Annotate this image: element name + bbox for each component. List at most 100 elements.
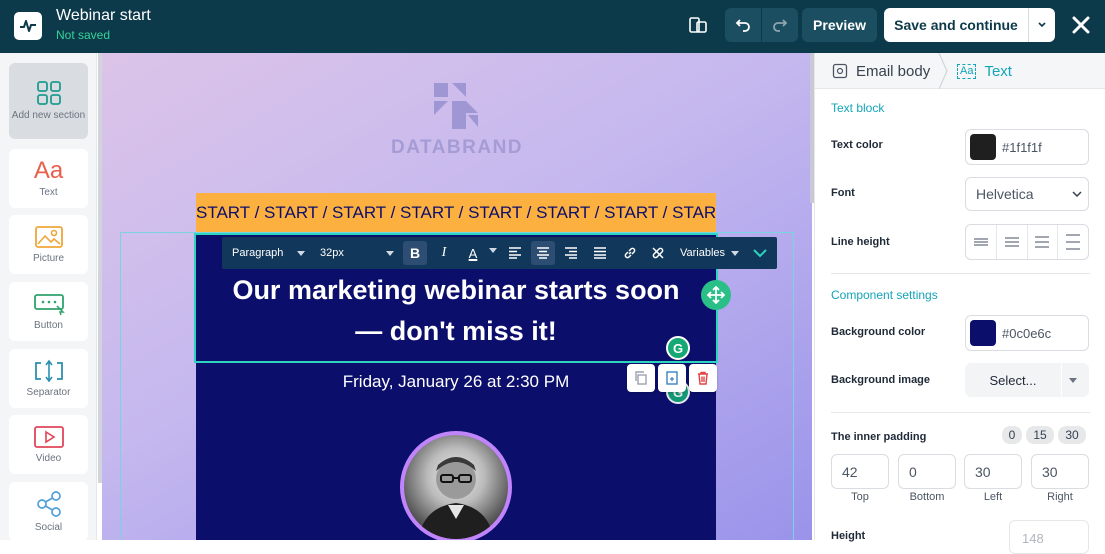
button-tool[interactable]: Button bbox=[9, 282, 88, 341]
align-left-icon[interactable] bbox=[503, 241, 527, 265]
variables-select[interactable]: Variables bbox=[680, 237, 740, 269]
padding-right-label: Right bbox=[1047, 491, 1073, 503]
top-bar: Webinar start Not saved Preview Save and… bbox=[0, 0, 1105, 53]
ticker-banner[interactable]: START / START / START / START / START / … bbox=[196, 193, 716, 233]
bold-button[interactable]: B bbox=[403, 241, 427, 265]
chevron-down-icon bbox=[731, 250, 740, 256]
background-color-value: #0c0e6c bbox=[1002, 325, 1052, 341]
copy-block-icon[interactable] bbox=[627, 364, 655, 392]
align-center-icon[interactable] bbox=[531, 241, 555, 265]
chevron-down-icon bbox=[1069, 377, 1077, 383]
padding-bottom-input[interactable]: 0 bbox=[898, 454, 956, 489]
undo-icon[interactable] bbox=[725, 8, 761, 42]
email-canvas[interactable]: DATABRAND START / START / START / START … bbox=[102, 53, 812, 540]
chevron-down-icon bbox=[1072, 191, 1082, 197]
social-tool[interactable]: Social bbox=[9, 482, 88, 541]
settings-panel: Email body Aa Text Text block Text color… bbox=[814, 53, 1105, 554]
tool-label: Video bbox=[35, 452, 62, 464]
save-dropdown-chevron-icon[interactable] bbox=[1028, 8, 1055, 42]
padding-preset-30[interactable]: 30 bbox=[1058, 426, 1086, 444]
heading-line-1: Our marketing webinar starts soon bbox=[232, 275, 680, 305]
separator-tool[interactable]: Separator bbox=[9, 349, 88, 408]
tool-label: Picture bbox=[32, 252, 65, 264]
heading-line-2: — don't miss it! bbox=[355, 316, 557, 346]
mobile-desktop-toggle-icon[interactable] bbox=[680, 8, 716, 42]
save-status: Not saved bbox=[56, 28, 111, 42]
text-aa-icon: Aa bbox=[33, 156, 64, 184]
italic-button[interactable]: I bbox=[432, 241, 456, 265]
height-input[interactable]: 148 bbox=[1009, 520, 1089, 554]
variables-label: Variables bbox=[680, 247, 726, 259]
text-tool[interactable]: Aa Text bbox=[9, 149, 88, 208]
save-and-continue-button[interactable]: Save and continue bbox=[884, 8, 1028, 42]
text-color-button[interactable]: A bbox=[461, 241, 485, 265]
padding-top-label: Top bbox=[851, 491, 869, 503]
line-height-loose-icon[interactable] bbox=[1058, 225, 1088, 259]
component-settings-title: Component settings bbox=[831, 288, 938, 302]
breadcrumb-text[interactable]: Aa Text bbox=[957, 53, 1012, 89]
text-color-input[interactable]: #1f1f1f bbox=[965, 129, 1089, 165]
move-handle-icon[interactable] bbox=[701, 280, 731, 310]
separator-icon bbox=[34, 359, 63, 382]
picture-tool[interactable]: Picture bbox=[9, 215, 88, 274]
link-icon[interactable] bbox=[618, 241, 642, 265]
background-color-label: Background color bbox=[831, 326, 926, 338]
tool-label: Separator bbox=[26, 386, 71, 398]
divider bbox=[831, 273, 1090, 274]
chevron-down-icon bbox=[385, 250, 394, 256]
grammarly-icon[interactable]: G bbox=[666, 336, 690, 360]
inner-padding-label: The inner padding bbox=[831, 431, 927, 443]
redo-icon[interactable] bbox=[762, 8, 798, 42]
font-size-label: 32px bbox=[320, 247, 344, 259]
add-section-tool[interactable]: Add new section bbox=[9, 63, 88, 139]
background-color-input[interactable]: #0c0e6c bbox=[965, 315, 1089, 351]
paragraph-style-select[interactable]: Paragraph bbox=[232, 237, 306, 269]
padding-left-label: Left bbox=[983, 491, 1003, 503]
line-height-normal-icon[interactable] bbox=[997, 225, 1028, 259]
text-color-value: #1f1f1f bbox=[1002, 139, 1042, 155]
font-select[interactable]: Helvetica bbox=[965, 177, 1089, 211]
brand-name: DATABRAND bbox=[390, 137, 524, 158]
background-image-label: Background image bbox=[831, 374, 931, 386]
padding-top-input[interactable]: 42 bbox=[831, 454, 889, 489]
databrand-logo-icon bbox=[432, 83, 480, 134]
button-icon bbox=[33, 293, 65, 315]
background-image-select[interactable]: Select... bbox=[965, 363, 1089, 397]
align-right-icon[interactable] bbox=[559, 241, 583, 265]
email-body-icon bbox=[832, 63, 848, 79]
chevron-down-icon bbox=[297, 250, 306, 256]
campaign-title[interactable]: Webinar start bbox=[56, 7, 151, 25]
close-icon[interactable] bbox=[1066, 10, 1096, 40]
webinar-heading[interactable]: Our marketing webinar starts soon — don'… bbox=[196, 270, 716, 352]
background-color-swatch[interactable] bbox=[970, 320, 996, 346]
delete-block-icon[interactable] bbox=[689, 364, 717, 392]
line-height-compact-icon[interactable] bbox=[966, 225, 997, 259]
tool-label: Text bbox=[39, 186, 58, 198]
breadcrumb: Email body Aa Text bbox=[815, 53, 1105, 89]
padding-bottom-label: Bottom bbox=[909, 491, 945, 503]
breadcrumb-email-body[interactable]: Email body bbox=[832, 53, 930, 89]
toolbar-collapse-chevron-icon[interactable] bbox=[748, 241, 772, 265]
background-image-select-label: Select... bbox=[989, 372, 1037, 388]
font-value: Helvetica bbox=[976, 186, 1034, 202]
padding-preset-15[interactable]: 15 bbox=[1026, 426, 1054, 444]
grid-icon bbox=[36, 81, 61, 105]
line-height-relaxed-icon[interactable] bbox=[1028, 225, 1059, 259]
paragraph-style-label: Paragraph bbox=[232, 247, 284, 259]
save-block-icon[interactable] bbox=[658, 364, 686, 392]
share-icon bbox=[36, 490, 61, 517]
text-color-chevron-icon[interactable] bbox=[489, 248, 497, 253]
breadcrumb-separator-icon bbox=[938, 53, 948, 89]
align-justify-icon[interactable] bbox=[588, 241, 612, 265]
font-size-select[interactable]: 32px bbox=[320, 237, 394, 269]
padding-preset-0[interactable]: 0 bbox=[1002, 426, 1022, 444]
speaker-avatar[interactable] bbox=[400, 431, 512, 540]
padding-left-input[interactable]: 30 bbox=[964, 454, 1022, 489]
padding-right-input[interactable]: 30 bbox=[1031, 454, 1089, 489]
tool-label: Button bbox=[34, 319, 63, 331]
app-logo-icon[interactable] bbox=[14, 12, 42, 40]
text-color-swatch[interactable] bbox=[970, 134, 996, 160]
unlink-icon[interactable] bbox=[646, 241, 670, 265]
video-tool[interactable]: Video bbox=[9, 415, 88, 474]
preview-button[interactable]: Preview bbox=[802, 8, 877, 42]
